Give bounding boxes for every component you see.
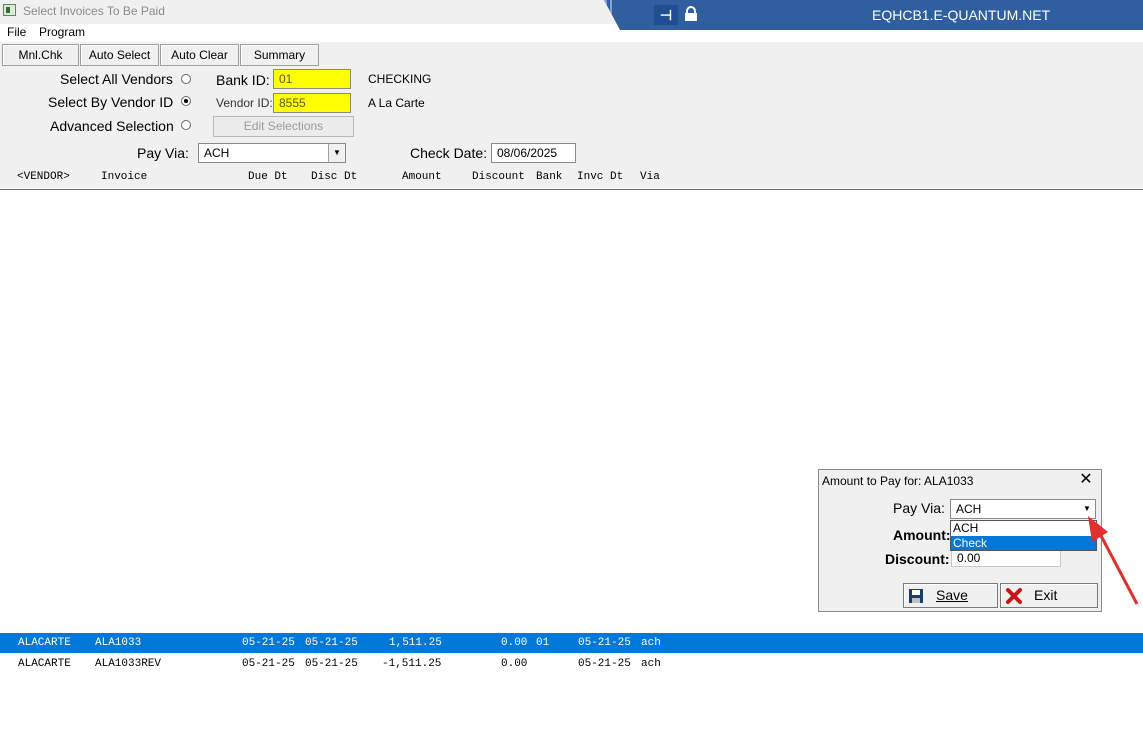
dialog-amount-label: Amount:	[893, 527, 951, 543]
table-row[interactable]: ALACARTE ALA1033REV 05-21-25 05-21-25 -1…	[0, 654, 1143, 674]
lock-icon[interactable]	[684, 6, 698, 22]
advanced-selection-radio[interactable]	[181, 120, 191, 130]
select-by-vendor-id-radio[interactable]	[181, 96, 191, 106]
floppy-disk-icon	[909, 589, 923, 603]
save-label: Save	[936, 587, 968, 603]
col-amount[interactable]: Amount	[402, 171, 442, 183]
select-all-vendors-radio[interactable]	[181, 74, 191, 84]
cell-bank: 01	[536, 637, 550, 649]
exit-label: Exit	[1034, 587, 1058, 603]
cell-via: ach	[641, 637, 661, 649]
dialog-discount-label: Discount:	[885, 551, 950, 567]
check-date-field[interactable]: 08/06/2025	[491, 143, 576, 163]
cell-vendor: ALACARTE	[18, 637, 71, 649]
bank-id-field[interactable]: 01	[273, 69, 351, 89]
advanced-selection-label: Advanced Selection	[50, 118, 174, 134]
dialog-pay-via-value: ACH	[956, 502, 982, 516]
cell-disc-dt: 05-21-25	[305, 658, 358, 670]
close-icon[interactable]: ✕	[1079, 472, 1093, 488]
cell-via: ach	[641, 658, 661, 670]
discount-field[interactable]: 0.00	[951, 550, 1061, 567]
col-bank[interactable]: Bank	[536, 171, 562, 183]
cell-disc-dt: 05-21-25	[305, 637, 358, 649]
dropdown-option-ach[interactable]: ACH	[951, 521, 1096, 535]
cell-invc-dt: 05-21-25	[578, 637, 631, 649]
server-name: EQHCB1.E-QUANTUM.NET	[872, 7, 1051, 23]
auto-clear-button[interactable]: Auto Clear	[160, 44, 239, 66]
select-all-vendors-label: Select All Vendors	[60, 71, 173, 87]
cell-invoice: ALA1033REV	[95, 658, 162, 670]
dialog-title: Amount to Pay for: ALA1033	[822, 474, 974, 488]
summary-button[interactable]: Summary	[240, 44, 319, 66]
pay-via-select[interactable]: ACH ▼	[198, 143, 346, 163]
col-discount[interactable]: Discount	[472, 171, 525, 183]
save-button[interactable]: Save	[903, 583, 998, 608]
col-due-dt[interactable]: Due Dt	[248, 171, 288, 183]
manual-check-button[interactable]: Mnl.Chk	[2, 44, 79, 66]
cell-vendor: ALACARTE	[18, 658, 71, 670]
menu-bar	[0, 24, 604, 42]
table-row[interactable]: ALACARTE ALA1033 05-21-25 05-21-25 1,511…	[0, 633, 1143, 653]
col-via[interactable]: Via	[640, 171, 660, 183]
annotation-arrow	[1088, 516, 1139, 605]
pay-via-label: Pay Via:	[137, 145, 189, 161]
dropdown-option-check[interactable]: Check	[951, 536, 1096, 550]
cell-discount: 0.00	[501, 658, 528, 670]
auto-select-button[interactable]: Auto Select	[80, 44, 159, 66]
pin-icon[interactable]: ⊣	[654, 5, 678, 25]
cell-amount: 1,511.25	[389, 637, 442, 649]
window-title: Select Invoices To Be Paid	[23, 4, 165, 18]
app-icon	[3, 4, 16, 16]
cell-due-dt: 05-21-25	[242, 658, 295, 670]
vendor-id-label: Vendor ID:	[216, 96, 273, 110]
dialog-pay-via-label: Pay Via:	[893, 500, 945, 516]
chevron-down-icon[interactable]: ▼	[328, 144, 345, 162]
select-by-vendor-id-label: Select By Vendor ID	[48, 94, 174, 110]
edit-selections-button[interactable]: Edit Selections	[213, 116, 354, 137]
menu-file[interactable]: File	[7, 25, 26, 39]
cell-amount: -1,511.25	[382, 658, 442, 670]
check-date-label: Check Date:	[410, 145, 488, 161]
list-divider	[0, 189, 1143, 190]
cell-invoice: ALA1033	[95, 637, 142, 649]
cell-due-dt: 05-21-25	[242, 637, 295, 649]
vendor-name: A La Carte	[368, 96, 425, 110]
cell-discount: 0.00	[501, 637, 528, 649]
red-x-icon	[1006, 588, 1022, 604]
dialog-pay-via-select[interactable]: ACH ▼	[950, 499, 1096, 519]
vendor-id-field[interactable]: 8555	[273, 93, 351, 113]
bank-name: CHECKING	[368, 72, 432, 86]
col-invoice[interactable]: Invoice	[101, 171, 147, 183]
col-invc-dt[interactable]: Invc Dt	[577, 171, 623, 183]
cell-invc-dt: 05-21-25	[578, 658, 631, 670]
col-vendor[interactable]: <VENDOR>	[17, 171, 70, 183]
bank-id-label: Bank ID:	[216, 72, 270, 88]
pay-via-value: ACH	[204, 146, 230, 160]
menu-program[interactable]: Program	[39, 25, 85, 39]
col-disc-dt[interactable]: Disc Dt	[311, 171, 357, 183]
